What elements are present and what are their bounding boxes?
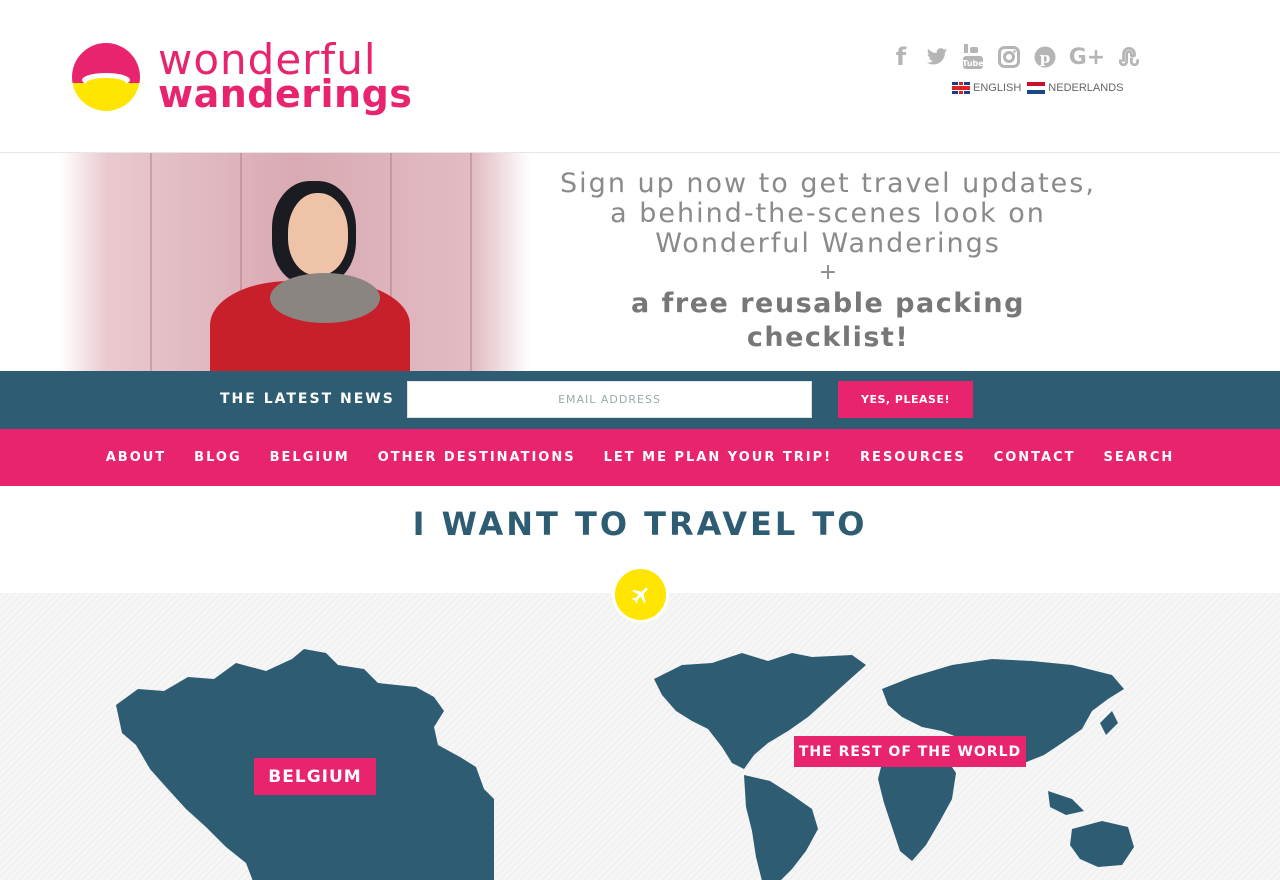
svg-text:p: p	[1040, 49, 1051, 67]
hero-line-3: Wonderful Wanderings	[655, 228, 1001, 259]
hero-plus: +	[818, 260, 838, 285]
logo-text-wanderings: wanderings	[158, 72, 413, 116]
lang-english-label: ENGLISH	[973, 82, 1022, 94]
newsletter-bar: THE LATEST NEWS YES, PLEASE!	[0, 371, 1280, 429]
nav-item-blog[interactable]: BLOG	[180, 450, 255, 465]
nav-item-about[interactable]: ABOUT	[92, 450, 180, 465]
nav-item-other-destinations[interactable]: OTHER DESTINATIONS	[364, 450, 590, 465]
email-field[interactable]	[407, 381, 812, 418]
google-plus-icon[interactable]: G+	[1069, 43, 1106, 71]
site-logo[interactable]: wonderful wanderings	[72, 38, 412, 118]
site-header: wonderful wanderings f Tube p G+ ENGLISH…	[0, 0, 1280, 153]
youtube-icon[interactable]: Tube	[962, 43, 984, 71]
nav-item-resources[interactable]: RESOURCES	[846, 450, 980, 465]
airplane-icon	[612, 566, 669, 623]
nav-item-plan-trip[interactable]: LET ME PLAN YOUR TRIP!	[590, 450, 846, 465]
subscribe-button[interactable]: YES, PLEASE!	[838, 381, 973, 418]
instagram-icon[interactable]	[998, 43, 1020, 71]
pinterest-icon[interactable]: p	[1034, 43, 1056, 71]
hero-offer: a free reusable packing checklist!	[631, 288, 1025, 353]
newsletter-label: THE LATEST NEWS	[220, 391, 395, 407]
social-links: f Tube p G+	[890, 40, 1140, 74]
twitter-icon[interactable]	[926, 43, 948, 71]
lang-nederlands-label: NEDERLANDS	[1048, 82, 1124, 94]
lang-english[interactable]: ENGLISH	[952, 82, 1021, 94]
hero-line-1: Sign up now to get travel updates,	[560, 168, 1096, 199]
svg-text:Tube: Tube	[962, 59, 984, 68]
nav-item-contact[interactable]: CONTACT	[980, 450, 1090, 465]
logo-mark-icon	[72, 43, 140, 111]
nav-item-belgium[interactable]: BELGIUM	[256, 450, 364, 465]
author-photo	[60, 153, 530, 371]
language-switcher: ENGLISH NEDERLANDS	[952, 82, 1123, 94]
hero-signup: Sign up now to get travel updates, a beh…	[0, 153, 1280, 371]
facebook-icon[interactable]: f	[890, 43, 912, 71]
world-label-button[interactable]: THE REST OF THE WORLD	[794, 736, 1026, 767]
section-title: I WANT TO TRAVEL TO	[412, 505, 868, 543]
uk-flag-icon	[952, 82, 970, 94]
main-nav: ABOUT BLOG BELGIUM OTHER DESTINATIONS LE…	[0, 429, 1280, 486]
stumbleupon-icon[interactable]	[1118, 43, 1140, 71]
belgium-label-button[interactable]: BELGIUM	[254, 758, 376, 795]
nav-item-search[interactable]: SEARCH	[1090, 450, 1189, 465]
hero-text: Sign up now to get travel updates, a beh…	[560, 169, 1096, 355]
lang-nederlands[interactable]: NEDERLANDS	[1027, 82, 1123, 94]
hero-line-2: a behind-the-scenes look on	[610, 198, 1046, 229]
destination-maps: BELGIUM THE REST OF THE WORLD	[0, 593, 1280, 880]
nl-flag-icon	[1027, 82, 1046, 94]
